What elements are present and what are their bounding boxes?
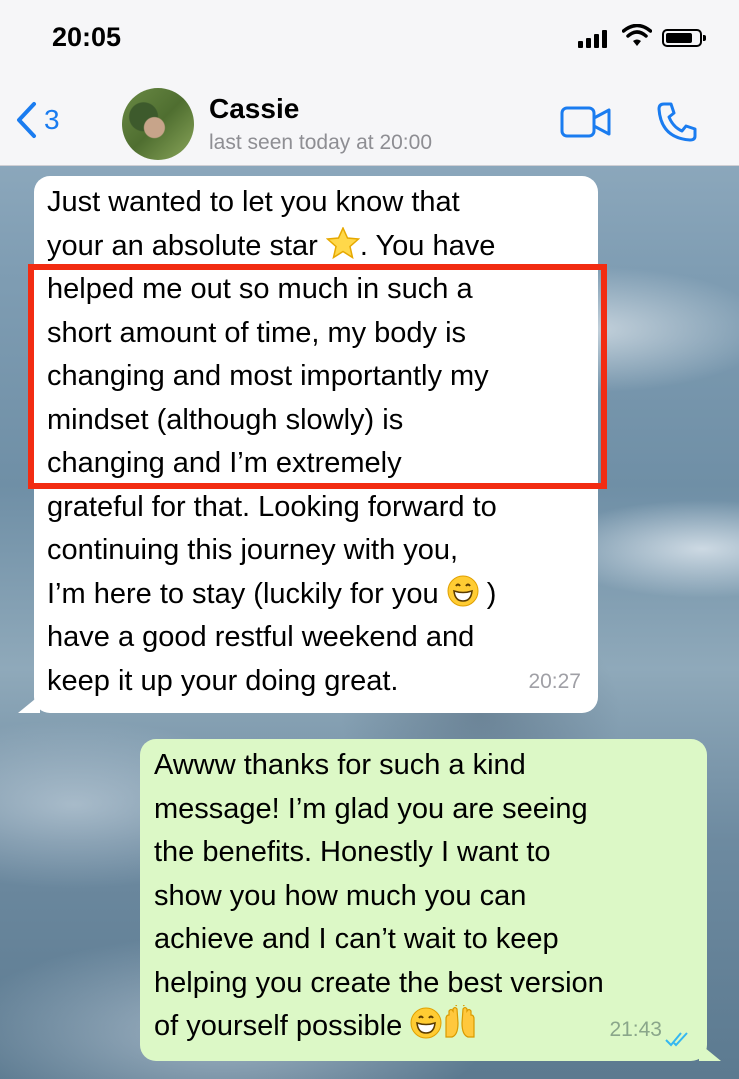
signal-icon — [578, 30, 607, 48]
status-time: 20:05 — [52, 22, 122, 52]
outgoing-bubble-tail — [699, 1043, 721, 1061]
back-button[interactable]: 3 — [14, 100, 60, 140]
status-bar: 20:05 — [0, 0, 739, 78]
contact-status: last seen today at 20:00 — [209, 131, 432, 154]
avatar[interactable] — [122, 88, 194, 160]
outgoing-message-time: 21:43 — [609, 1017, 662, 1041]
incoming-bubble-tail — [18, 695, 40, 713]
back-chevron-icon — [17, 102, 36, 138]
video-call-icon[interactable] — [560, 106, 612, 138]
wifi-icon — [622, 24, 652, 46]
contact-name[interactable]: Cassie — [209, 93, 299, 125]
battery-icon — [662, 29, 706, 47]
unread-count: 3 — [44, 104, 60, 135]
outgoing-message-bubble[interactable]: Awww thanks for such a kind message! I’m… — [140, 739, 721, 1061]
outgoing-message-text: Awww thanks for such a kind message! I’m… — [154, 749, 604, 1042]
raised-hands-emoji-icon — [445, 1005, 475, 1038]
double-check-icon — [665, 1032, 688, 1047]
highlight-box — [28, 264, 607, 489]
star-emoji-icon — [325, 226, 360, 259]
chat-header: 3 Cassie last seen today at 20:00 — [0, 78, 739, 166]
grin-emoji-icon — [410, 1007, 442, 1039]
phone-icon[interactable] — [655, 100, 699, 144]
grin-emoji-icon — [447, 575, 479, 606]
incoming-message-time: 20:27 — [528, 669, 581, 693]
